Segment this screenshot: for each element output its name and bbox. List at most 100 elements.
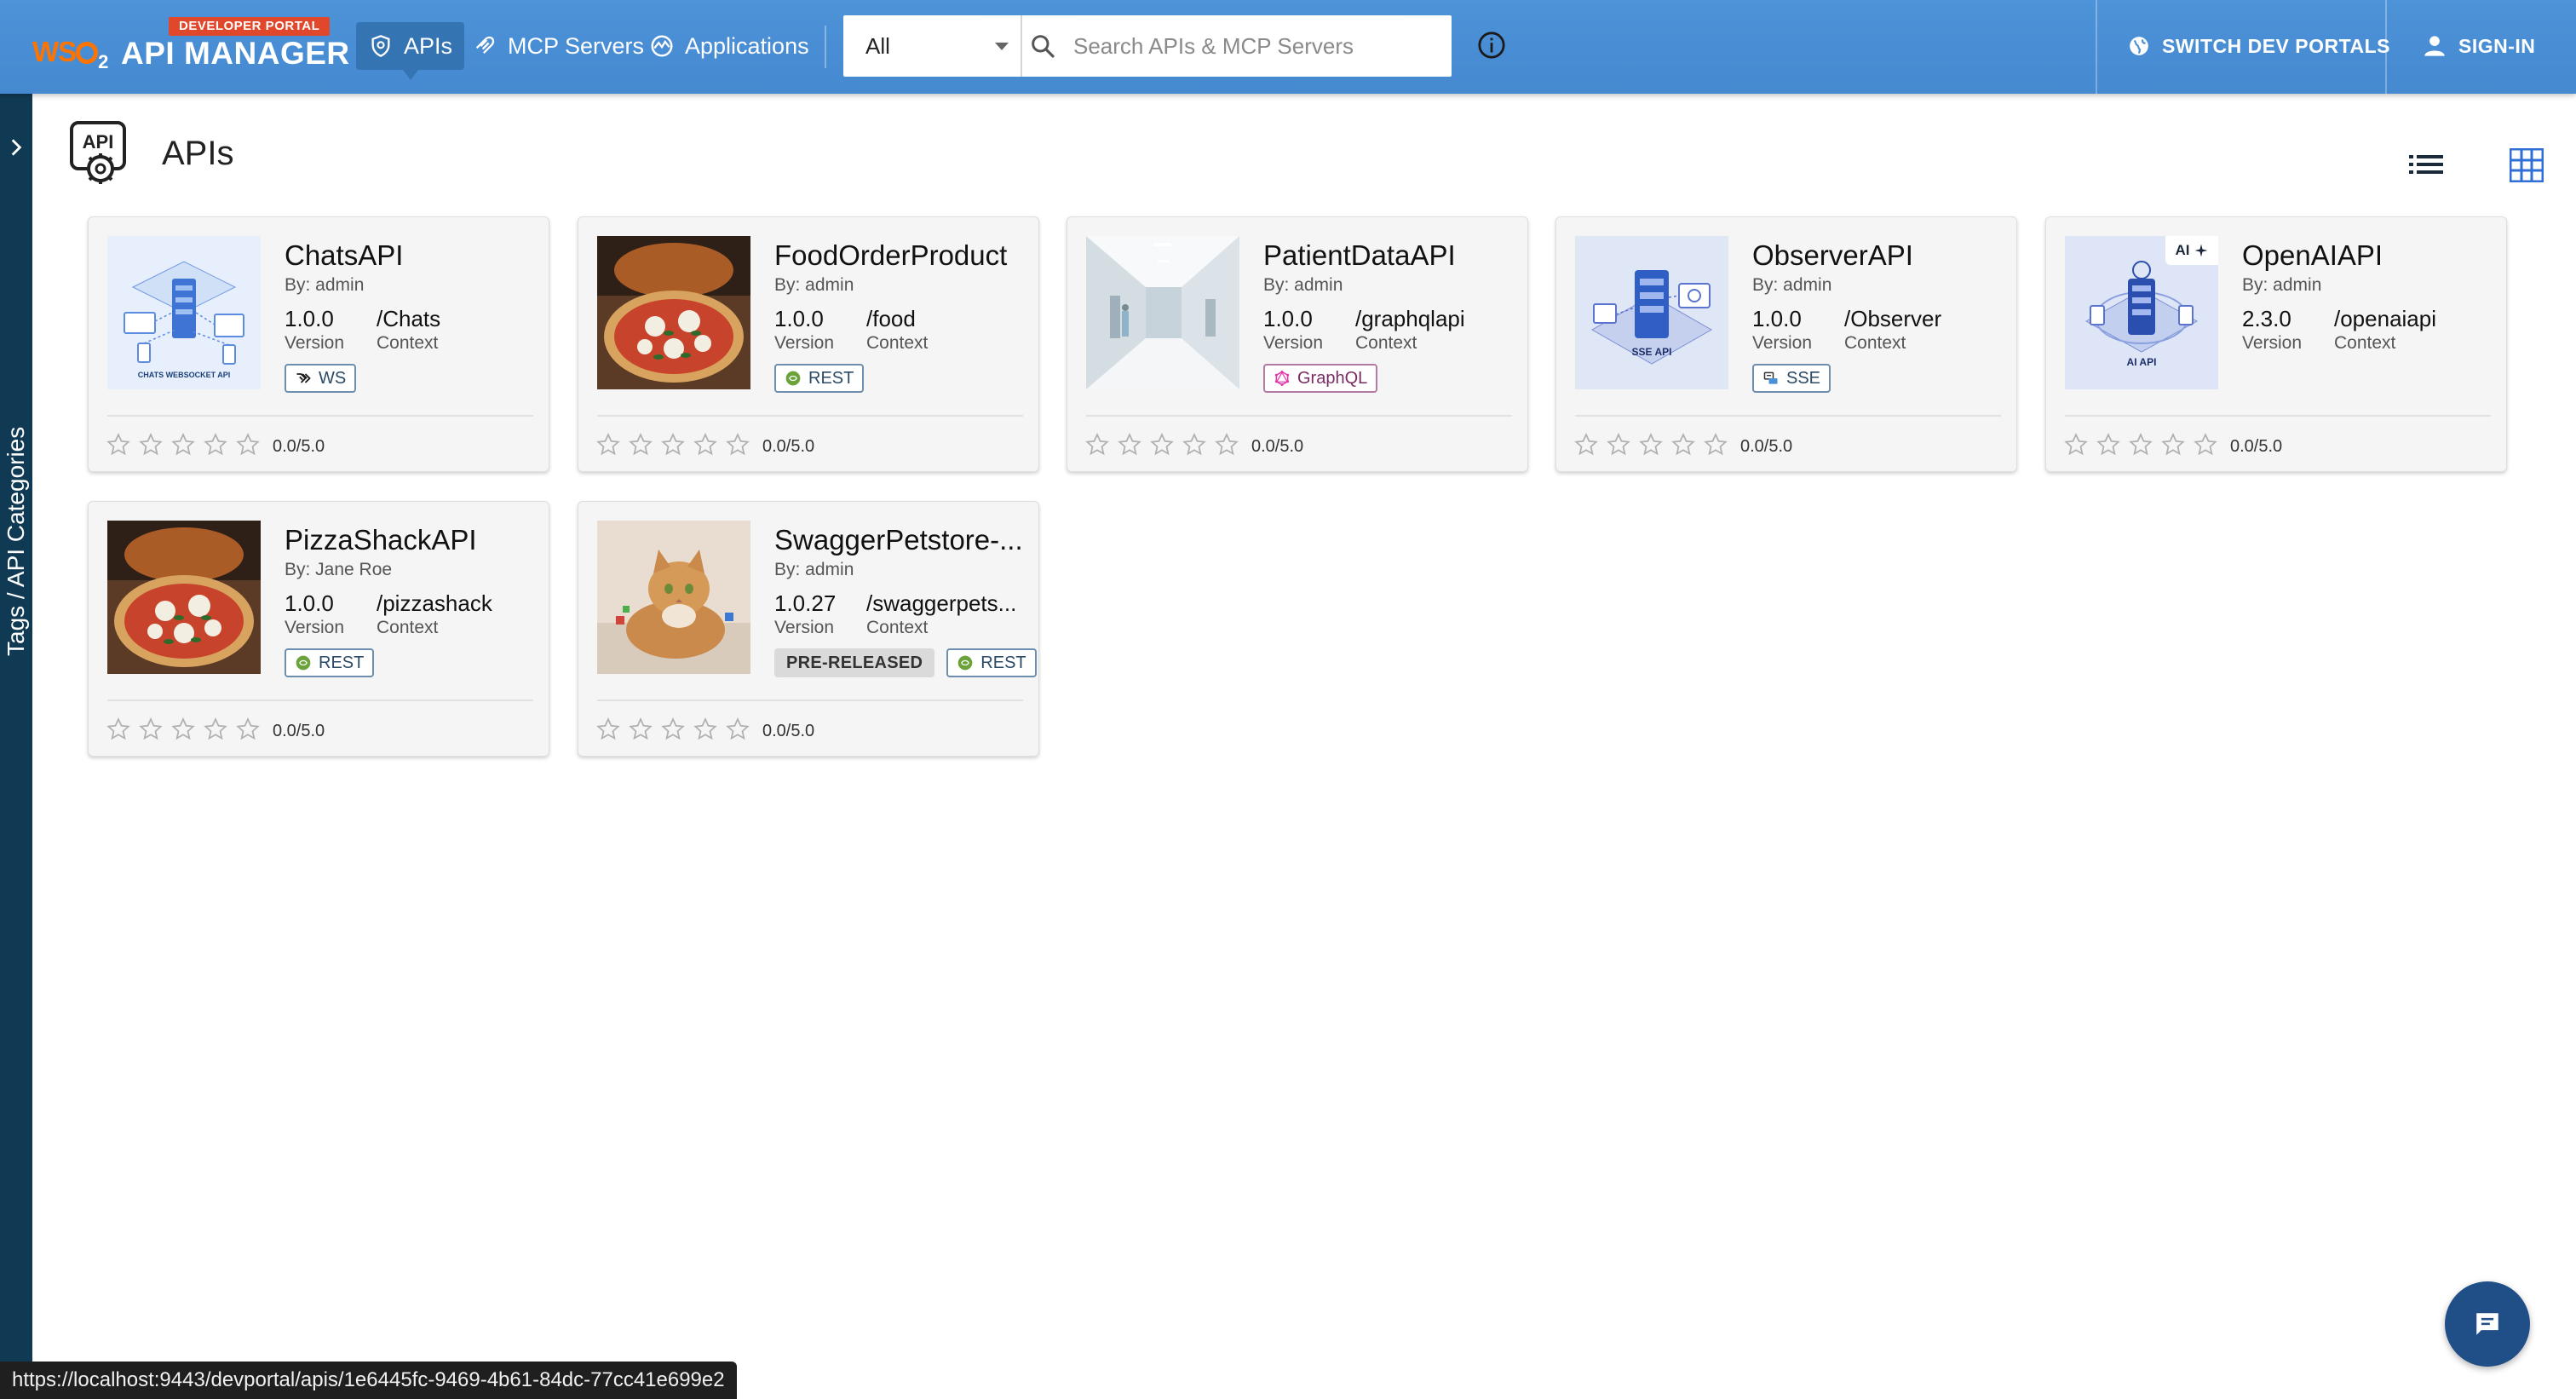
api-card-observerapi[interactable]: SSE API ObserverAPI By: admin 1.0.0 Vers…	[1555, 216, 2017, 472]
api-card-pizzashackapi[interactable]: PizzaShackAPI By: Jane Roe 1.0.0 Version…	[88, 501, 549, 757]
version-label: Version	[774, 333, 835, 353]
star-icon[interactable]	[170, 432, 196, 458]
api-thumbnail: CHATS WEBSOCKET API	[107, 236, 261, 389]
api-card-foodorderproduct[interactable]: FoodOrderProduct By: admin 1.0.0 Version…	[578, 216, 1039, 472]
star-rating[interactable]	[595, 432, 750, 458]
star-icon[interactable]	[1149, 432, 1175, 458]
sign-in-button[interactable]: SIGN-IN	[2423, 24, 2535, 68]
star-icon[interactable]	[628, 432, 653, 458]
chat-button[interactable]	[2445, 1281, 2530, 1367]
star-icon[interactable]	[725, 432, 750, 458]
sse-icon	[1763, 371, 1778, 384]
search-scope-select[interactable]: All	[843, 15, 1022, 77]
version-label: Version	[285, 618, 345, 637]
api-name[interactable]: PizzaShackAPI	[285, 524, 537, 556]
card-divider	[1086, 415, 1512, 417]
context-label: Context	[1355, 333, 1417, 353]
star-rating[interactable]	[106, 717, 261, 742]
star-icon[interactable]	[660, 717, 686, 742]
star-icon[interactable]	[106, 717, 131, 742]
api-name[interactable]: OpenAIAPI	[2242, 239, 2494, 272]
ai-badge: AI	[2165, 236, 2218, 265]
context-label: Context	[1844, 333, 1906, 353]
grid-view-icon[interactable]	[2510, 148, 2544, 182]
star-icon[interactable]	[138, 432, 164, 458]
version-label: Version	[774, 618, 835, 637]
chevron-right-icon[interactable]	[5, 136, 27, 158]
star-icon[interactable]	[2128, 432, 2153, 458]
star-icon[interactable]	[1084, 432, 1110, 458]
star-icon[interactable]	[1573, 432, 1599, 458]
api-thumbnail	[1086, 236, 1239, 389]
star-rating[interactable]	[106, 432, 261, 458]
star-icon[interactable]	[1703, 432, 1728, 458]
star-icon[interactable]	[235, 717, 261, 742]
thumbnail-caption: CHATS WEBSOCKET API	[138, 371, 231, 379]
star-icon[interactable]	[595, 432, 621, 458]
star-icon[interactable]	[1606, 432, 1631, 458]
star-icon[interactable]	[2160, 432, 2186, 458]
version-label: Version	[1752, 333, 1813, 353]
star-icon[interactable]	[1638, 432, 1664, 458]
api-type-chip: GraphQL	[1263, 364, 1378, 393]
star-icon[interactable]	[235, 432, 261, 458]
api-context: /food	[866, 306, 916, 331]
brand-logo[interactable]: DEVELOPER PORTAL WS 2 API MANAGER	[32, 15, 349, 75]
api-thumbnail	[107, 521, 261, 674]
api-type-label: REST	[319, 653, 365, 672]
api-name[interactable]: PatientDataAPI	[1263, 239, 1515, 272]
star-rating[interactable]	[1084, 432, 1239, 458]
card-divider	[597, 700, 1023, 701]
rating-value: 0.0/5.0	[2230, 437, 2283, 456]
star-icon[interactable]	[2063, 432, 2089, 458]
nav-mcp-servers[interactable]: MCP Servers	[460, 22, 656, 70]
api-type-chip: REST	[774, 364, 865, 393]
nav-applications[interactable]: Applications	[637, 22, 821, 70]
star-icon[interactable]	[725, 717, 750, 742]
info-icon[interactable]	[1477, 31, 1506, 60]
api-card-chatsapi[interactable]: CHATS WEBSOCKET API ChatsAPI By: admin 1…	[88, 216, 549, 472]
star-rating[interactable]	[1573, 432, 1728, 458]
api-card-openaiapi[interactable]: AI API AI OpenAIAPI By: admin 2.3.0 Vers…	[2045, 216, 2507, 472]
api-name[interactable]: FoodOrderProduct	[774, 239, 1026, 272]
star-icon[interactable]	[1182, 432, 1207, 458]
star-icon[interactable]	[2096, 432, 2121, 458]
user-icon	[2424, 36, 2445, 56]
api-card-swaggerpetstore[interactable]: SwaggerPetstore-... By: admin 1.0.27 Ver…	[578, 501, 1039, 757]
api-name[interactable]: SwaggerPetstore-...	[774, 524, 1026, 556]
star-icon[interactable]	[1214, 432, 1239, 458]
star-rating[interactable]	[595, 717, 750, 742]
star-icon[interactable]	[1670, 432, 1696, 458]
api-context: /pizzashack	[377, 590, 492, 616]
context-label: Context	[377, 618, 439, 637]
star-rating[interactable]	[2063, 432, 2218, 458]
star-icon[interactable]	[2193, 432, 2218, 458]
nav-apis[interactable]: APIs	[356, 22, 465, 80]
api-name[interactable]: ObserverAPI	[1752, 239, 2004, 272]
card-divider	[2065, 415, 2491, 417]
api-context: /Observer	[1844, 306, 1942, 331]
star-icon[interactable]	[693, 717, 718, 742]
star-icon[interactable]	[106, 432, 131, 458]
tags-categories-panel-toggle[interactable]: Tags / API Categories	[0, 94, 32, 1399]
sparkle-icon	[2194, 244, 2207, 257]
api-type-label: REST	[980, 653, 1026, 672]
svg-text:API: API	[83, 131, 114, 153]
api-name[interactable]: ChatsAPI	[285, 239, 537, 272]
star-icon[interactable]	[170, 717, 196, 742]
api-card-patientdataapi[interactable]: PatientDataAPI By: admin 1.0.0 Version /…	[1067, 216, 1528, 472]
star-icon[interactable]	[595, 717, 621, 742]
switch-dev-portals-button[interactable]: SWITCH DEV PORTALS	[2128, 24, 2390, 68]
star-icon[interactable]	[628, 717, 653, 742]
star-icon[interactable]	[203, 717, 228, 742]
search-input[interactable]	[1022, 15, 1452, 77]
context-label: Context	[2334, 333, 2396, 353]
star-icon[interactable]	[203, 432, 228, 458]
api-thumbnail	[597, 521, 750, 674]
star-icon[interactable]	[138, 717, 164, 742]
star-icon[interactable]	[1117, 432, 1142, 458]
star-icon[interactable]	[693, 432, 718, 458]
nav-applications-label: Applications	[685, 32, 809, 59]
list-view-icon[interactable]	[2409, 150, 2443, 179]
star-icon[interactable]	[660, 432, 686, 458]
